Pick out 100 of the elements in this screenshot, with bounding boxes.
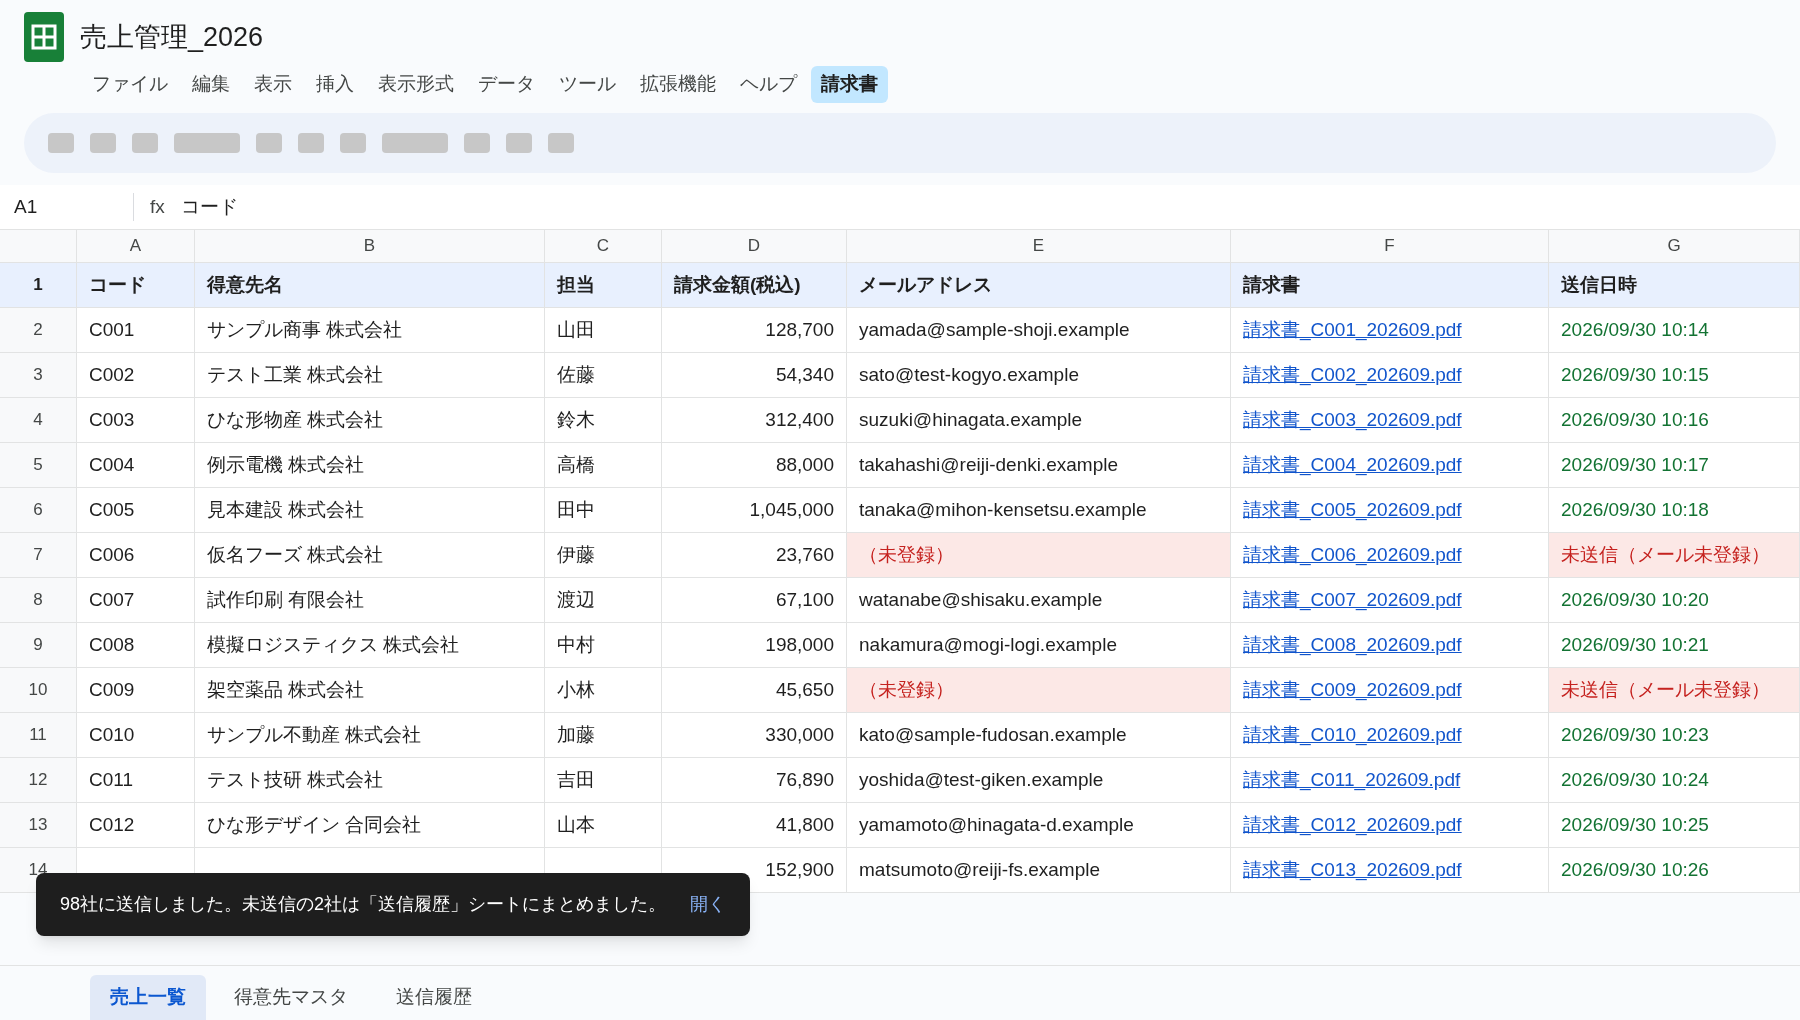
row-number[interactable]: 11 <box>0 713 77 757</box>
header-cell: 請求金額(税込) <box>662 263 847 307</box>
sent-time-cell: 2026/09/30 10:16 <box>1549 398 1800 442</box>
row-number[interactable]: 5 <box>0 443 77 487</box>
row-number[interactable]: 9 <box>0 623 77 667</box>
row-number[interactable]: 6 <box>0 488 77 532</box>
sheet-tab[interactable]: 得意先マスタ <box>214 975 368 1020</box>
invoice-link[interactable]: 請求書_C010_202609.pdf <box>1243 720 1462 750</box>
invoice-link[interactable]: 請求書_C013_202609.pdf <box>1243 855 1462 885</box>
header-cell: メールアドレス <box>847 263 1231 307</box>
menu-item[interactable]: ツール <box>549 66 626 103</box>
header-cell: 得意先名 <box>195 263 545 307</box>
menu-item[interactable]: ヘルプ <box>730 66 807 103</box>
row-number[interactable]: 3 <box>0 353 77 397</box>
sheet-tab[interactable]: 送信履歴 <box>376 975 492 1020</box>
sent-time-cell: 2026/09/30 10:14 <box>1549 308 1800 352</box>
row-number[interactable]: 4 <box>0 398 77 442</box>
sent-time-cell: 2026/09/30 10:17 <box>1549 443 1800 487</box>
row-number[interactable]: 10 <box>0 668 77 712</box>
column-header[interactable]: E <box>847 230 1231 262</box>
customer-name-cell: 例示電機 株式会社 <box>195 443 545 487</box>
fx-label: fx <box>150 194 165 219</box>
row-number[interactable]: 7 <box>0 533 77 577</box>
toolbar-button[interactable] <box>506 132 532 153</box>
toolbar-button[interactable] <box>90 132 116 153</box>
invoice-link[interactable]: 請求書_C004_202609.pdf <box>1243 450 1462 480</box>
email-cell: matsumoto@reiji-fs.example <box>847 848 1231 892</box>
code-cell: C007 <box>77 578 195 622</box>
email-cell: yamamoto@hinagata-d.example <box>847 803 1231 847</box>
code-cell: C005 <box>77 488 195 532</box>
toolbar-button[interactable] <box>174 132 240 153</box>
toolbar-button[interactable] <box>132 132 158 153</box>
email-cell: tanaka@mihon-kensetsu.example <box>847 488 1231 532</box>
spreadsheet-logo-icon[interactable] <box>24 12 64 62</box>
invoice-link[interactable]: 請求書_C005_202609.pdf <box>1243 495 1462 525</box>
customer-name-cell: 仮名フーズ 株式会社 <box>195 533 545 577</box>
column-header[interactable]: B <box>195 230 545 262</box>
invoice-link[interactable]: 請求書_C006_202609.pdf <box>1243 540 1462 570</box>
menu-item[interactable]: 請求書 <box>811 66 888 103</box>
email-cell: yamada@sample-shoji.example <box>847 308 1231 352</box>
customer-name-cell: ひな形デザイン 合同会社 <box>195 803 545 847</box>
staff-cell: 鈴木 <box>545 398 662 442</box>
column-header[interactable]: F <box>1231 230 1549 262</box>
row-number[interactable]: 12 <box>0 758 77 802</box>
column-header[interactable]: C <box>545 230 662 262</box>
invoice-link[interactable]: 請求書_C002_202609.pdf <box>1243 360 1462 390</box>
formula-input[interactable]: コード <box>180 192 238 222</box>
toolbar-button[interactable] <box>256 132 282 153</box>
header-cell: コード <box>77 263 195 307</box>
toolbar-button[interactable] <box>340 132 366 153</box>
amount-cell: 88,000 <box>662 443 847 487</box>
column-header[interactable]: A <box>77 230 195 262</box>
customer-name-cell: 試作印刷 有限会社 <box>195 578 545 622</box>
invoice-link[interactable]: 請求書_C009_202609.pdf <box>1243 675 1462 705</box>
email-cell: takahashi@reiji-denki.example <box>847 443 1231 487</box>
toolbar-button[interactable] <box>548 132 574 153</box>
toolbar-button[interactable] <box>464 132 490 153</box>
code-cell: C009 <box>77 668 195 712</box>
invoice-link[interactable]: 請求書_C011_202609.pdf <box>1243 765 1461 795</box>
toolbar-button[interactable] <box>382 132 448 153</box>
header-cell: 担当 <box>545 263 662 307</box>
amount-cell: 67,100 <box>662 578 847 622</box>
invoice-link[interactable]: 請求書_C003_202609.pdf <box>1243 405 1462 435</box>
column-header[interactable]: G <box>1549 230 1800 262</box>
staff-cell: 渡辺 <box>545 578 662 622</box>
document-title[interactable]: 売上管理_2026 <box>80 16 264 58</box>
open-button[interactable]: 開く <box>690 891 727 918</box>
staff-cell: 加藤 <box>545 713 662 757</box>
invoice-link[interactable]: 請求書_C001_202609.pdf <box>1243 315 1462 345</box>
toolbar-button[interactable] <box>48 132 74 153</box>
row-number[interactable]: 2 <box>0 308 77 352</box>
email-cell: suzuki@hinagata.example <box>847 398 1231 442</box>
customer-name-cell: ひな形物産 株式会社 <box>195 398 545 442</box>
invoice-link[interactable]: 請求書_C008_202609.pdf <box>1243 630 1462 660</box>
row-number[interactable]: 1 <box>0 263 77 307</box>
menu-item[interactable]: 表示形式 <box>368 66 464 103</box>
amount-cell: 1,045,000 <box>662 488 847 532</box>
sheet-tab[interactable]: 売上一覧 <box>90 975 206 1020</box>
menu-item[interactable]: 表示 <box>244 66 302 103</box>
invoice-link[interactable]: 請求書_C007_202609.pdf <box>1243 585 1462 615</box>
amount-cell: 198,000 <box>662 623 847 667</box>
menu-item[interactable]: 編集 <box>182 66 240 103</box>
row-number[interactable]: 8 <box>0 578 77 622</box>
row-number[interactable]: 13 <box>0 803 77 847</box>
column-header[interactable]: D <box>662 230 847 262</box>
cell-reference[interactable]: A1 <box>0 192 134 222</box>
staff-cell: 小林 <box>545 668 662 712</box>
staff-cell: 高橋 <box>545 443 662 487</box>
menu-item[interactable]: 挿入 <box>306 66 364 103</box>
menu-item[interactable]: 拡張機能 <box>630 66 726 103</box>
staff-cell: 伊藤 <box>545 533 662 577</box>
amount-cell: 76,890 <box>662 758 847 802</box>
invoice-link[interactable]: 請求書_C012_202609.pdf <box>1243 810 1462 840</box>
menu-item[interactable]: ファイル <box>82 66 178 103</box>
toolbar-button[interactable] <box>298 132 324 153</box>
code-cell: C008 <box>77 623 195 667</box>
sent-time-cell: 2026/09/30 10:24 <box>1549 758 1800 802</box>
code-cell: C011 <box>77 758 195 802</box>
sent-time-cell: 2026/09/30 10:20 <box>1549 578 1800 622</box>
menu-item[interactable]: データ <box>468 66 545 103</box>
